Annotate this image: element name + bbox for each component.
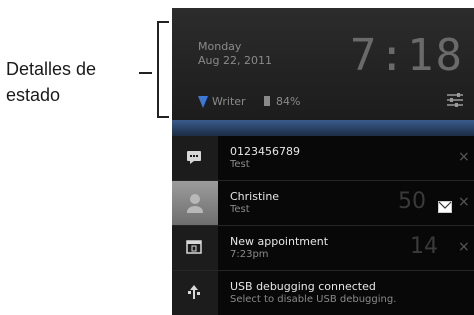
notification-list: 0123456789 Test × Christine Test 50 × Ne… bbox=[172, 136, 474, 315]
network-name: Writer bbox=[212, 95, 246, 108]
date-full: Aug 22, 2011 bbox=[198, 54, 272, 67]
date-day: Monday bbox=[198, 40, 242, 53]
dismiss-button[interactable]: × bbox=[458, 149, 470, 165]
notification-item[interactable]: Christine Test 50 × bbox=[172, 181, 474, 226]
notification-subtitle: Test bbox=[230, 159, 250, 170]
notification-title: USB debugging connected bbox=[230, 280, 376, 293]
annotation-bracket-bottom bbox=[157, 116, 169, 118]
notification-icon-box bbox=[172, 226, 218, 270]
notification-item[interactable]: USB debugging connected Select to disabl… bbox=[172, 271, 474, 315]
wifi-icon bbox=[198, 96, 208, 111]
battery-icon bbox=[264, 96, 270, 106]
notification-subtitle: Test bbox=[230, 204, 250, 215]
status-details-panel[interactable]: Monday Aug 22, 2011 7:18 Writer 84% bbox=[172, 8, 474, 120]
annotation-bracket bbox=[157, 21, 159, 117]
notification-count: 14 bbox=[410, 234, 438, 259]
annotation-line-2: estado bbox=[6, 85, 61, 105]
usb-icon bbox=[188, 285, 200, 299]
dismiss-button[interactable]: × bbox=[458, 194, 470, 210]
notification-subtitle: Select to disable USB debugging. bbox=[230, 294, 397, 305]
notification-subtitle: 7:23pm bbox=[230, 249, 269, 260]
battery-level: 84% bbox=[276, 95, 301, 108]
annotation-line-1: Detalles de bbox=[6, 59, 97, 79]
message-icon bbox=[187, 151, 201, 164]
annotation-bracket-top bbox=[157, 21, 169, 23]
contact-silhouette-icon bbox=[187, 194, 203, 213]
avatar bbox=[172, 181, 218, 225]
notification-title: New appointment bbox=[230, 235, 329, 248]
notification-icon-box bbox=[172, 271, 218, 315]
notification-shade: Monday Aug 22, 2011 7:18 Writer 84% 0123… bbox=[172, 8, 474, 315]
notification-icon-box bbox=[172, 136, 218, 180]
dismiss-button[interactable]: × bbox=[458, 239, 470, 255]
notification-title: 0123456789 bbox=[230, 145, 300, 158]
notification-title: Christine bbox=[230, 190, 280, 203]
notification-item[interactable]: 0123456789 Test × bbox=[172, 136, 474, 181]
annotation-pointer bbox=[139, 72, 152, 74]
annotation-label: Detalles de estado bbox=[6, 56, 146, 108]
notification-count: 50 bbox=[398, 189, 426, 214]
clock: 7:18 bbox=[350, 30, 464, 81]
panel-divider bbox=[172, 120, 474, 136]
calendar-icon bbox=[186, 240, 202, 254]
settings-icon[interactable] bbox=[446, 92, 464, 112]
notification-item[interactable]: New appointment 7:23pm 14 × bbox=[172, 226, 474, 271]
mail-icon bbox=[438, 198, 452, 217]
